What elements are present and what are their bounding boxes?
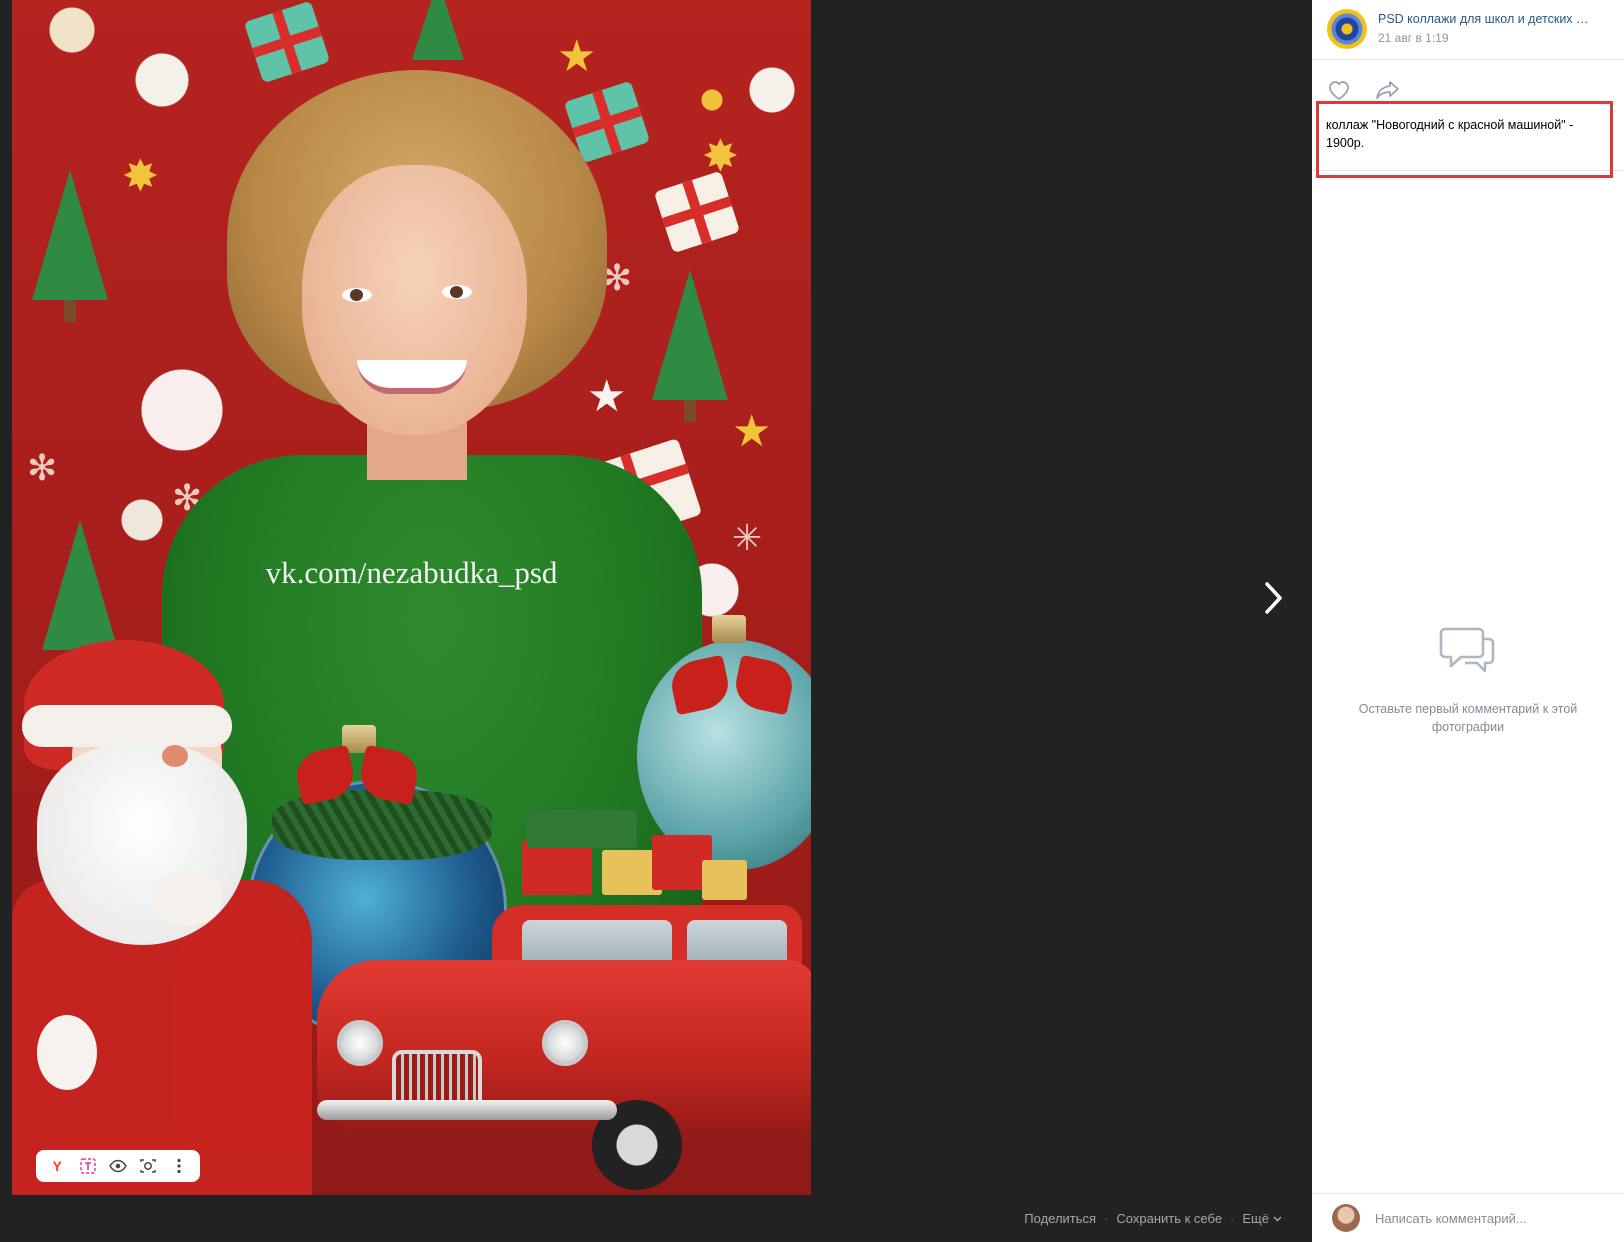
photo-viewer: ✸ ★ ★ ★ ✸ ✻ ✻ ✻ ✳ vk.com/nezabudka_psd Y… [0, 0, 1312, 1242]
boy-smile [357, 360, 467, 394]
comments-icon [1439, 627, 1495, 673]
more-dropdown[interactable]: Ещё [1242, 1211, 1282, 1226]
comment-input[interactable] [1375, 1208, 1605, 1228]
boy-eye [342, 288, 372, 302]
share-icon[interactable] [1375, 79, 1401, 101]
eye-icon[interactable] [106, 1154, 130, 1178]
santa-hat-trim [22, 705, 232, 747]
group-avatar[interactable] [1327, 9, 1367, 49]
ornament-cap [712, 615, 746, 643]
tree-decoration [652, 270, 728, 422]
tree-decoration [412, 0, 464, 132]
photo[interactable]: ✸ ★ ★ ★ ✸ ✻ ✻ ✻ ✳ vk.com/nezabudka_psd Y [12, 0, 811, 1195]
comment-bar [1312, 1193, 1624, 1242]
snowflake-decoration: ✻ [27, 447, 58, 488]
boy-face [302, 165, 527, 435]
watermark: vk.com/nezabudka_psd [265, 555, 558, 590]
translate-text-icon[interactable] [76, 1154, 100, 1178]
more-label: Ещё [1242, 1211, 1269, 1226]
save-link[interactable]: Сохранить к себе [1116, 1211, 1222, 1226]
post-header: PSD коллажи для школ и детских … 21 авг … [1312, 0, 1624, 60]
chevron-down-icon [1273, 1216, 1282, 1221]
camera-search-icon[interactable] [136, 1154, 160, 1178]
star-decoration: ✸ [702, 132, 739, 181]
yandex-icon[interactable]: Y [45, 1154, 69, 1178]
separator: · [1230, 1211, 1235, 1226]
star-decoration: ★ [732, 407, 772, 456]
snowflake-decoration: ✳ [732, 517, 763, 558]
photo-actions-bar: Поделиться · Сохранить к себе · Ещё [12, 1195, 1312, 1242]
post-actions [1327, 76, 1401, 104]
next-photo-button[interactable] [1258, 575, 1290, 621]
santa-bag [172, 900, 312, 1160]
gift-decoration [243, 0, 331, 84]
star-decoration: ★ [587, 372, 627, 421]
star-decoration: ✸ [122, 152, 159, 201]
santa-glove [152, 870, 222, 925]
ribbon-bow [297, 750, 417, 810]
highlight-box [1316, 101, 1613, 178]
separator: · [1104, 1211, 1109, 1226]
tree-decoration [32, 170, 108, 322]
santa-cuff [37, 1015, 97, 1090]
star-decoration: ★ [557, 32, 597, 81]
post-date[interactable]: 21 авг в 1:19 [1378, 31, 1449, 45]
share-link[interactable]: Поделиться [1024, 1211, 1096, 1226]
boy-eye [442, 285, 472, 299]
car-headlight [542, 1020, 588, 1066]
gift-decoration [653, 170, 741, 254]
side-panel: PSD коллажи для школ и детских … 21 авг … [1312, 0, 1624, 1242]
chevron-right-icon [1265, 582, 1282, 614]
like-icon[interactable] [1327, 79, 1351, 101]
empty-comments-text: Оставьте первый комментарий к этой фотог… [1358, 702, 1578, 734]
gifts-on-roof [512, 800, 752, 910]
group-name-link[interactable]: PSD коллажи для школ и детских … [1378, 12, 1618, 26]
user-avatar[interactable] [1332, 1204, 1360, 1232]
ribbon-bow [672, 660, 792, 720]
more-vertical-icon[interactable] [167, 1154, 191, 1178]
image-toolbar: Y [36, 1150, 200, 1182]
car-bumper [317, 1100, 617, 1120]
car-headlight [337, 1020, 383, 1066]
santa-nose [162, 745, 188, 767]
